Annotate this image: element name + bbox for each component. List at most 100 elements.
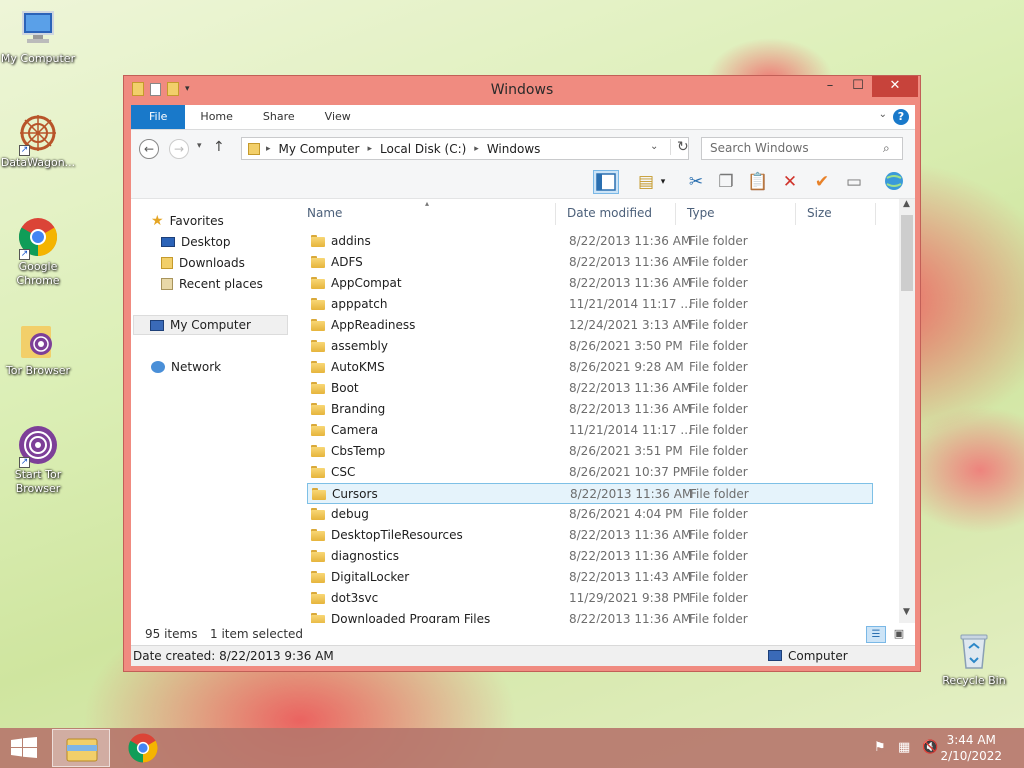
table-row[interactable]: ADFS 8/22/2013 11:36 AM File folder (307, 252, 873, 273)
taskbar-file-explorer[interactable] (52, 729, 110, 767)
vertical-scrollbar[interactable]: ▲ ▼ (899, 199, 915, 623)
desktop-icon-recycle-bin[interactable]: Recycle Bin (936, 630, 1012, 688)
dropdown-icon[interactable]: ▾ (657, 170, 669, 194)
back-button[interactable]: ← (139, 139, 159, 159)
column-divider[interactable] (675, 203, 676, 225)
table-row[interactable]: diagnostics 8/22/2013 11:36 AM File folder (307, 546, 873, 567)
expand-ribbon-icon[interactable]: ⌄ (879, 109, 887, 120)
tab-share[interactable]: Share (248, 105, 310, 129)
delete-icon[interactable]: ✕ (777, 170, 803, 194)
scroll-down-icon[interactable]: ▼ (903, 607, 910, 617)
maximize-button[interactable]: ☐ (844, 76, 872, 97)
column-divider[interactable] (875, 203, 876, 225)
address-bar[interactable]: ▸ My Computer ▸ Local Disk (C:) ▸ Window… (241, 137, 689, 160)
folder-icon (311, 361, 325, 373)
ribbon-tabs: File Home Share View ⌄ ? (131, 105, 915, 129)
forward-button[interactable]: → (169, 139, 189, 159)
computer-icon (17, 8, 59, 50)
taskbar: ⚑ ▦ 🔇 3:44 AM 2/10/2022 (0, 728, 1024, 768)
scrollbar-thumb[interactable] (901, 215, 913, 291)
paste-icon[interactable]: 📋 (745, 170, 771, 194)
nav-my-computer[interactable]: My Computer (133, 315, 288, 335)
title-bar[interactable]: ▾ Windows – ☐ ✕ (124, 76, 920, 104)
nav-recent-places[interactable]: Recent places (161, 274, 263, 294)
column-divider[interactable] (555, 203, 556, 225)
table-row[interactable]: assembly 8/26/2021 3:50 PM File folder (307, 336, 873, 357)
nav-desktop[interactable]: Desktop (161, 232, 231, 252)
clock-date: 2/10/2022 (940, 749, 1002, 763)
breadcrumb-my-computer[interactable]: My Computer (279, 142, 360, 156)
scroll-up-icon[interactable]: ▲ (903, 199, 910, 209)
table-row[interactable]: debug 8/26/2021 4:04 PM File folder (307, 504, 873, 525)
cut-icon[interactable]: ✂ (683, 170, 709, 194)
desktop-icon-start-tor[interactable]: ↗ Start Tor Browser (0, 424, 76, 496)
volume-muted-icon[interactable]: 🔇 (922, 740, 938, 755)
details-view-icon[interactable]: ☰ (866, 626, 886, 643)
table-row[interactable]: Boot 8/22/2013 11:36 AM File folder (307, 378, 873, 399)
recent-locations-icon[interactable]: ▾ (197, 141, 202, 151)
tab-view[interactable]: View (310, 105, 366, 129)
file-name: apppatch (331, 297, 388, 311)
column-divider[interactable] (795, 203, 796, 225)
desktop-icon-datawagon[interactable]: ↗ DataWagon... (0, 112, 76, 170)
clock[interactable]: 3:44 AM 2/10/2022 (940, 732, 1002, 764)
nav-downloads[interactable]: Downloads (161, 253, 245, 273)
folder-icon (311, 445, 325, 457)
large-icons-view-icon[interactable]: ▣ (890, 626, 908, 643)
desktop-icon-label: Start Tor Browser (14, 468, 62, 495)
folder-icon (311, 550, 325, 562)
table-row[interactable]: CSC 8/26/2021 10:37 PM File folder (307, 462, 873, 483)
table-row[interactable]: DigitalLocker 8/22/2013 11:43 AM File fold… (307, 567, 873, 588)
table-row[interactable]: AutoKMS 8/26/2021 9:28 AM File folder (307, 357, 873, 378)
folder-icon (311, 466, 325, 478)
table-row[interactable]: Branding 8/22/2013 11:36 AM File folder (307, 399, 873, 420)
nav-network[interactable]: Network (151, 357, 221, 377)
table-row[interactable]: dot3svc 11/29/2021 9:38 PM File folder (307, 588, 873, 609)
column-header-date[interactable]: Date modified (559, 199, 675, 227)
status-bar: 95 items 1 item selected ☰ ▣ (131, 623, 915, 645)
preview-pane-icon[interactable] (593, 170, 619, 194)
action-center-flag-icon[interactable]: ⚑ (874, 740, 886, 755)
breadcrumb-local-disk[interactable]: Local Disk (C:) (380, 142, 466, 156)
table-row[interactable]: DesktopTileResources 8/22/2013 11:36 AM Fi… (307, 525, 873, 546)
nav-label: Favorites (169, 214, 224, 228)
check-icon[interactable]: ✔ (809, 170, 835, 194)
table-row[interactable]: AppReadiness 12/24/2021 3:13 AM File folde… (307, 315, 873, 336)
desktop-icon-my-computer[interactable]: My Computer (0, 8, 76, 66)
rename-icon[interactable]: ▭ (841, 170, 867, 194)
up-arrow-icon[interactable]: ↑ (213, 139, 225, 155)
table-row[interactable]: Camera 11/21/2014 11:17 ... File folder (307, 420, 873, 441)
column-header-name[interactable]: Name (299, 199, 555, 227)
desktop-icon-label: My Computer (0, 52, 76, 65)
folder-icon (312, 488, 326, 500)
breadcrumb-windows[interactable]: Windows (487, 142, 541, 156)
tab-home[interactable]: Home (185, 105, 247, 129)
address-dropdown-icon[interactable]: ⌄ (650, 141, 658, 152)
file-date: 8/26/2021 4:04 PM (569, 507, 683, 521)
table-row[interactable]: apppatch 11/21/2014 11:17 ... File folder (307, 294, 873, 315)
help-icon[interactable]: ? (893, 109, 909, 125)
folder-icon (248, 142, 260, 155)
refresh-icon[interactable]: ↻ (670, 139, 689, 155)
taskbar-chrome[interactable] (114, 729, 172, 767)
desktop-icon-tor-browser[interactable]: Tor Browser (0, 320, 76, 378)
start-button[interactable] (10, 737, 38, 759)
close-button[interactable]: ✕ (872, 76, 918, 97)
nav-favorites[interactable]: ★ Favorites (151, 211, 224, 231)
network-tray-icon[interactable]: ▦ (898, 740, 910, 755)
table-row[interactable]: CbsTemp 8/26/2021 3:51 PM File folder (307, 441, 873, 462)
file-type: File folder (689, 465, 748, 479)
table-row[interactable]: addins 8/22/2013 11:36 AM File folder (307, 231, 873, 252)
table-row[interactable]: Downloaded Program Files 8/22/2013 11:36 … (307, 609, 873, 623)
network-globe-icon[interactable] (881, 170, 907, 194)
new-folder-icon[interactable]: ▤ (633, 170, 659, 194)
desktop-icon-chrome[interactable]: ↗ Google Chrome (0, 216, 76, 288)
column-header-type[interactable]: Type (679, 199, 795, 227)
column-header-size[interactable]: Size (799, 199, 879, 227)
table-row[interactable]: Cursors 8/22/2013 11:36 AM File folder (307, 483, 873, 504)
copy-icon[interactable]: ❐ (713, 170, 739, 194)
search-input[interactable]: Search Windows (701, 137, 903, 160)
minimize-button[interactable]: – (816, 76, 844, 97)
tab-file[interactable]: File (131, 105, 186, 129)
table-row[interactable]: AppCompat 8/22/2013 11:36 AM File folder (307, 273, 873, 294)
